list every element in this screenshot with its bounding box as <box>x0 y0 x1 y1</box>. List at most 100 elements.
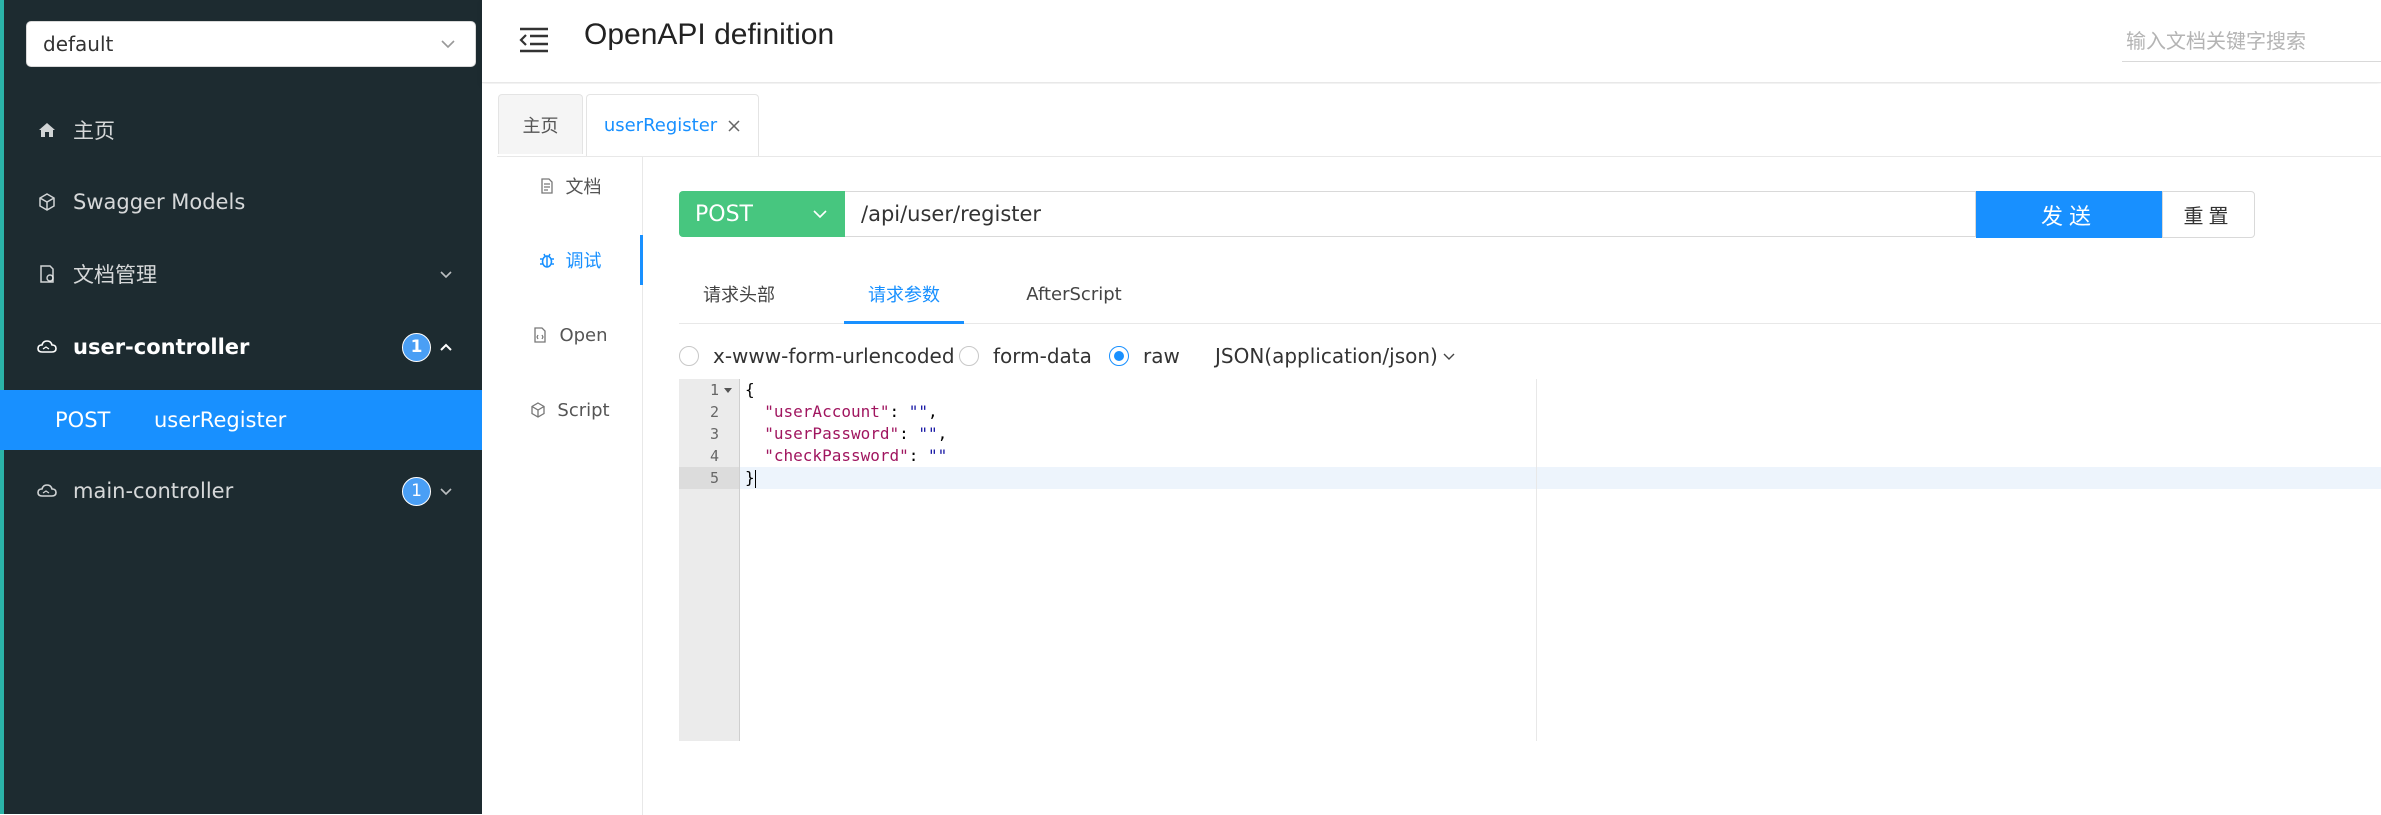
json-comma: , <box>937 424 948 443</box>
sidebar-item-label: user-controller <box>73 335 250 359</box>
tab-label: userRegister <box>603 115 718 136</box>
json-key: "checkPassword" <box>764 446 909 465</box>
sub-tab-label: AfterScript <box>1026 283 1122 305</box>
code-line: "userAccount": "", <box>745 401 938 423</box>
line-number: 5 <box>709 469 719 487</box>
json-separator: : <box>899 424 919 443</box>
request-sub-tabs: 请求头部 请求参数 AfterScript <box>679 265 2381 324</box>
count-badge: 1 <box>402 332 431 362</box>
radio-form-data[interactable]: form-data <box>959 344 1092 368</box>
sidebar: default 主页 Swagger Models 文档管理 user-cont… <box>0 0 482 814</box>
line-number: 3 <box>709 425 719 443</box>
group-select-value: default <box>43 32 114 56</box>
page-title: OpenAPI definition <box>584 18 835 51</box>
side-tab-label: 文档 <box>565 177 602 198</box>
side-tab-doc[interactable]: 文档 <box>497 157 642 215</box>
json-key: "userAccount" <box>764 402 890 421</box>
code-brace: { <box>745 380 755 399</box>
json-value: "" <box>928 446 948 465</box>
radio-raw[interactable]: raw <box>1109 344 1180 368</box>
line-number: 4 <box>709 447 719 465</box>
code-brace: } <box>745 468 755 487</box>
models-icon <box>39 193 55 211</box>
method-select[interactable]: POST <box>679 191 845 237</box>
text-cursor <box>754 469 756 488</box>
side-tab-open[interactable]: Open <box>497 306 642 364</box>
json-separator: : <box>889 402 909 421</box>
header: OpenAPI definition <box>482 0 2381 83</box>
line-number: 1 <box>709 381 719 399</box>
code-line: } <box>745 467 756 489</box>
json-value: "" <box>908 402 929 421</box>
api-panel: 文档 调试 Open Script POST 发送 重置 请求头部 请求参数 A… <box>497 156 2381 815</box>
method-select-value: POST <box>695 201 753 227</box>
radio-dot <box>1109 346 1129 366</box>
chevron-down-icon <box>440 488 452 496</box>
radio-x-www-form-urlencoded[interactable]: x-www-form-urlencoded <box>679 344 955 368</box>
chevron-down-icon <box>1443 353 1455 360</box>
close-icon[interactable] <box>727 119 741 133</box>
body-type-group: x-www-form-urlencoded form-data raw JSON… <box>679 331 2379 381</box>
bug-icon <box>539 253 554 268</box>
tab-request-params[interactable]: 请求参数 <box>844 265 964 324</box>
url-input[interactable] <box>845 191 1976 237</box>
api-name: userRegister <box>154 408 287 432</box>
group-select[interactable]: default <box>26 21 476 67</box>
sidebar-item-home[interactable]: 主页 <box>0 101 482 159</box>
radio-label: raw <box>1143 344 1180 368</box>
print-margin <box>1536 379 1537 741</box>
chevron-down-icon <box>440 271 452 279</box>
chevron-down-icon <box>441 40 455 49</box>
tab-user-register[interactable]: userRegister <box>586 94 759 156</box>
fold-arrow-icon[interactable] <box>723 385 733 395</box>
search-input[interactable] <box>2122 20 2381 62</box>
tab-label: 主页 <box>522 115 559 137</box>
sidebar-item-doc-manage[interactable]: 文档管理 <box>0 245 482 303</box>
side-tab-debug[interactable]: 调试 <box>497 231 643 289</box>
side-tab-script[interactable]: Script <box>497 381 642 439</box>
radio-dot <box>679 346 699 366</box>
side-tab-label: Script <box>557 399 610 421</box>
sub-tab-label: 请求参数 <box>868 285 940 306</box>
chevron-up-icon <box>440 343 452 351</box>
send-button[interactable]: 发送 <box>1976 191 2162 238</box>
cloud-icon <box>37 484 57 497</box>
code-sandbox-icon <box>531 402 546 418</box>
side-tabs: 文档 调试 Open Script <box>497 157 643 815</box>
radio-label: form-data <box>993 344 1092 368</box>
sidebar-item-label: Swagger Models <box>73 190 246 214</box>
tab-request-headers[interactable]: 请求头部 <box>679 265 799 323</box>
menu-fold-icon[interactable] <box>518 26 550 54</box>
code-line: "checkPassword": "" <box>745 445 947 467</box>
tab-after-script[interactable]: AfterScript <box>1009 265 1139 323</box>
tab-home[interactable]: 主页 <box>498 94 583 154</box>
side-tab-label: 调试 <box>565 251 602 272</box>
content-type-value: JSON(application/json) <box>1215 344 1438 368</box>
radio-dot <box>959 346 979 366</box>
document-manage-icon <box>40 265 54 283</box>
sub-tab-label: 请求头部 <box>703 285 775 306</box>
json-comma: , <box>928 402 938 421</box>
code-line: "userPassword": "", <box>745 423 947 445</box>
json-code-editor[interactable]: 1 2 3 4 5 { "userAccount": "", "userPass… <box>679 379 2381 741</box>
chevron-down-icon <box>813 210 827 219</box>
home-icon <box>39 123 55 137</box>
sidebar-item-main-controller[interactable]: main-controller 1 <box>0 462 482 520</box>
file-code-icon <box>534 327 547 343</box>
json-key: "userPassword" <box>764 424 900 443</box>
code-line: { <box>745 379 755 401</box>
sidebar-item-user-controller[interactable]: user-controller 1 <box>0 318 482 376</box>
json-separator: : <box>908 446 929 465</box>
sidebar-item-label: 文档管理 <box>73 263 157 287</box>
sidebar-item-label: 主页 <box>73 119 115 143</box>
line-number: 2 <box>709 403 719 421</box>
side-tab-label: Open <box>559 324 608 346</box>
sidebar-api-user-register[interactable]: POST userRegister <box>0 390 482 450</box>
api-method: POST <box>55 408 111 432</box>
content-type-select[interactable]: JSON(application/json) <box>1215 344 1456 368</box>
sidebar-item-swagger-models[interactable]: Swagger Models <box>0 173 482 231</box>
radio-label: x-www-form-urlencoded <box>713 344 955 368</box>
reset-button[interactable]: 重置 <box>2162 191 2255 238</box>
document-icon <box>540 178 553 194</box>
sidebar-item-label: main-controller <box>73 479 234 503</box>
